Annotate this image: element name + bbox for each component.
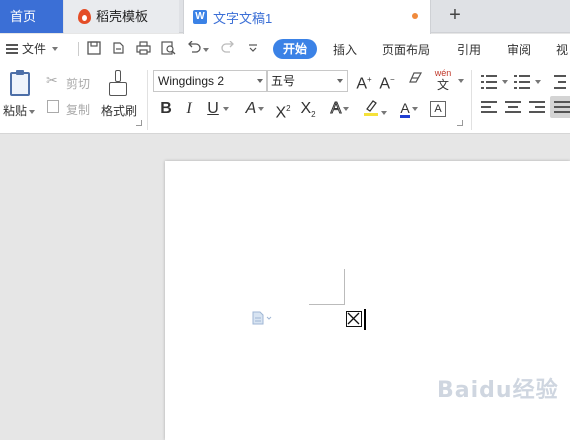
chevron-down-icon — [52, 46, 59, 51]
writer-doc-icon: W — [193, 10, 207, 24]
format-painter-icon — [109, 70, 127, 98]
wingdings-checkbox-symbol — [346, 311, 362, 327]
align-center-icon[interactable] — [505, 101, 521, 115]
decrease-indent-icon[interactable] — [550, 75, 566, 89]
grow-font-icon[interactable]: A+ — [355, 70, 373, 92]
text-outline-icon[interactable]: A — [327, 99, 353, 119]
text-outline-dropdown-icon — [343, 106, 350, 111]
tab-bar: 首页 稻壳模板 W 文字文稿1 + — [0, 0, 570, 34]
tab-document-label: 文字文稿1 — [213, 10, 273, 26]
tab-templates-label: 稻壳模板 — [96, 9, 149, 24]
numbered-list-icon[interactable] — [514, 75, 530, 89]
docer-flame-icon — [78, 9, 91, 24]
bold-icon[interactable]: B — [159, 99, 173, 119]
font-name-select[interactable]: Wingdings 2 — [153, 70, 268, 92]
menu-references[interactable]: 引用 — [457, 41, 481, 58]
print-preview-icon[interactable] — [160, 41, 176, 57]
paste-label[interactable]: 粘贴 — [3, 102, 36, 119]
group-divider — [471, 70, 472, 130]
justify-icon — [554, 101, 570, 115]
text-effect-icon[interactable]: A — [243, 99, 267, 119]
bullet-dropdown-icon — [502, 80, 508, 84]
text-effect-dropdown-icon — [258, 106, 265, 111]
align-left-icon[interactable] — [481, 101, 497, 115]
ribbon-start: 粘贴 ✂ 剪切 复制 格式刷 Wingdings 2 五号 A+ A− wén 文… — [0, 64, 570, 134]
font-color-icon[interactable]: A — [396, 99, 422, 119]
scissors-icon: ✂ — [46, 72, 58, 88]
file-menu-button[interactable]: 文件 — [6, 40, 59, 57]
character-border-icon[interactable]: A — [430, 101, 446, 117]
chevron-down-icon — [337, 79, 343, 83]
shrink-font-icon[interactable]: A− — [378, 70, 396, 92]
chevron-down-icon — [257, 79, 263, 83]
save-icon[interactable] — [86, 41, 102, 57]
unsaved-dot-icon — [412, 13, 418, 19]
margin-corner-mark — [309, 269, 345, 305]
italic-icon[interactable]: I — [182, 99, 196, 119]
clipboard-launcher-icon[interactable] — [136, 120, 142, 126]
tab-document[interactable]: W 文字文稿1 — [183, 0, 431, 34]
menu-bar: 文件 开始 插入 页面布局 引用 审阅 视 — [0, 34, 570, 64]
font-size-select[interactable]: 五号 — [266, 70, 348, 92]
text-cursor — [364, 309, 366, 330]
group-divider — [147, 70, 148, 130]
export-icon[interactable] — [110, 41, 126, 57]
bullet-list-icon[interactable] — [481, 75, 497, 89]
pinyin-label: wén — [434, 68, 452, 78]
redo-icon[interactable] — [220, 40, 236, 57]
superscript-icon[interactable]: X2 — [274, 99, 292, 121]
baidu-watermark: Baidu经验 — [437, 378, 559, 403]
justify-button[interactable] — [550, 96, 570, 118]
print-icon[interactable] — [135, 41, 151, 57]
menu-page-layout[interactable]: 页面布局 — [382, 41, 430, 58]
numbering-dropdown-icon — [535, 80, 541, 84]
font-color-dropdown-icon — [411, 106, 418, 111]
hamburger-icon — [6, 43, 18, 54]
highlight-dropdown-icon — [381, 110, 387, 115]
pinyin-guide-button[interactable]: wén 文 — [432, 67, 454, 91]
wps-writer-window: 首页 稻壳模板 W 文字文稿1 + 文件 开始 插入 页面布局 引用 审阅 视 … — [0, 0, 570, 440]
menu-view[interactable]: 视 — [556, 41, 568, 58]
menu-insert[interactable]: 插入 — [333, 41, 357, 58]
clear-format-icon[interactable] — [407, 71, 425, 91]
copy-icon — [47, 100, 59, 113]
pinyin-dropdown-icon — [458, 79, 464, 83]
paste-options-icon[interactable] — [252, 311, 272, 325]
paste-label-text: 粘贴 — [3, 104, 28, 118]
menu-review[interactable]: 审阅 — [507, 41, 531, 58]
tab-templates[interactable]: 稻壳模板 — [64, 0, 179, 33]
new-tab-button[interactable]: + — [443, 4, 467, 28]
underline-dropdown-icon — [222, 106, 229, 111]
align-right-icon[interactable] — [529, 101, 545, 115]
subscript-icon[interactable]: X2 — [299, 99, 317, 119]
undo-dropdown-icon — [203, 47, 209, 52]
format-painter-button[interactable]: 格式刷 — [101, 102, 137, 119]
copy-button[interactable]: 复制 — [66, 101, 90, 118]
font-size-value: 五号 — [271, 74, 296, 88]
file-menu-label: 文件 — [22, 42, 47, 56]
cut-button[interactable]: 剪切 — [66, 75, 90, 92]
font-launcher-icon[interactable] — [457, 120, 463, 126]
tab-home[interactable]: 首页 — [0, 0, 63, 33]
paste-button[interactable] — [6, 70, 36, 100]
paste-dropdown-icon — [29, 109, 36, 114]
customize-quick-access-icon[interactable] — [245, 41, 261, 57]
menu-start[interactable]: 开始 — [273, 39, 317, 59]
clipboard-icon — [10, 70, 30, 96]
font-name-value: Wingdings 2 — [158, 74, 225, 88]
menu-divider — [78, 42, 79, 56]
undo-button[interactable] — [186, 40, 210, 57]
highlight-icon[interactable] — [362, 99, 388, 119]
underline-icon[interactable]: U — [206, 99, 230, 119]
